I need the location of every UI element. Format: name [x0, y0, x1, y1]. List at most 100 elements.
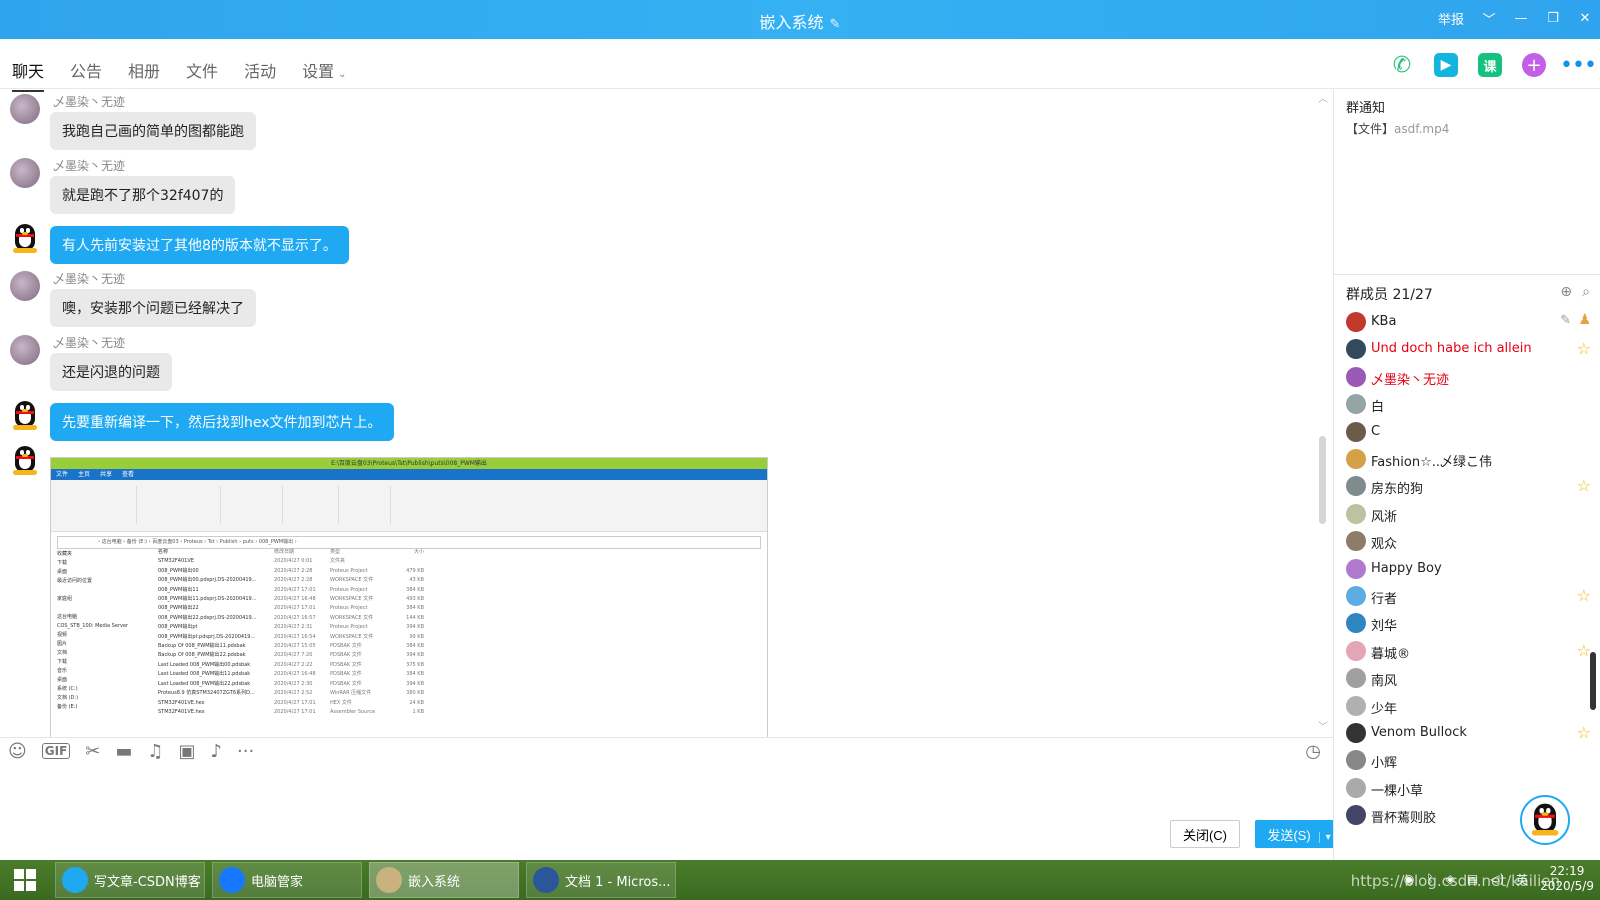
video-call-icon[interactable]: ▶ [1434, 53, 1458, 77]
phone-icon[interactable]: ✆ [1390, 53, 1414, 78]
member-row[interactable]: Happy Boy [1346, 557, 1591, 581]
group-notice[interactable]: 群通知 【文件】asdf.mp4 [1334, 90, 1600, 275]
add-app-icon[interactable]: + [1522, 53, 1546, 77]
notice-file-link[interactable]: asdf.mp4 [1394, 122, 1449, 136]
sender-name[interactable]: 乄墨染丶无迹 [53, 270, 125, 287]
tab-4[interactable]: 活动 [244, 58, 276, 92]
taskbar-item[interactable]: 写文章-CSDN博客 [55, 862, 205, 898]
member-row[interactable]: 房东的狗 ☆ [1346, 474, 1591, 498]
tab-list: 聊天 公告 相册 文件 活动 设置 ⌄ [12, 58, 346, 92]
message-bubble[interactable]: 有人先前安装过了其他8的版本就不显示了。 [50, 226, 349, 264]
message-bubble[interactable]: 还是闪退的问题 [50, 353, 172, 391]
member-row[interactable]: Fashion☆..乄绿こ伟 [1346, 447, 1591, 471]
member-row[interactable]: 行者 ☆ [1346, 584, 1591, 608]
chat-scrollbar[interactable] [1319, 436, 1326, 524]
security-tray-icon[interactable]: ◈ [1446, 872, 1455, 886]
tab-5[interactable]: 设置 ⌄ [302, 58, 346, 92]
edit-icon[interactable]: ✎ [1560, 313, 1571, 328]
file-row: STM32F401VE.hex 2020/4/27 17:01 Assembler … [158, 708, 478, 717]
user-avatar[interactable] [10, 335, 40, 365]
qq-avatar[interactable] [10, 222, 40, 253]
network-icon[interactable]: ▤ [1467, 872, 1478, 886]
member-row[interactable]: 暮城® ☆ [1346, 639, 1591, 663]
tab-2[interactable]: 相册 [128, 58, 160, 92]
history-clock-icon[interactable]: ◷ [1305, 741, 1321, 762]
member-row[interactable]: 南风 [1346, 666, 1591, 690]
member-row[interactable]: Und doch habe ich allein ☆ [1346, 337, 1591, 361]
user-avatar[interactable] [10, 158, 40, 188]
message-input[interactable] [0, 765, 1333, 860]
taskbar-item[interactable]: 文档 1 - Micros... [526, 862, 676, 898]
member-row[interactable]: C [1346, 420, 1591, 444]
message-bubble[interactable]: 我跑自己画的简单的图都能跑 [50, 112, 256, 150]
member-row[interactable]: Venom Bullock ☆ [1346, 721, 1591, 745]
close-window-button[interactable]: ✕ [1578, 11, 1592, 26]
ime-indicator[interactable]: 英 [1516, 871, 1528, 888]
member-row[interactable]: 风淅 [1346, 502, 1591, 526]
emoji-icon[interactable]: ☺ [8, 741, 27, 762]
search-icon[interactable]: ⌕ [1582, 284, 1590, 300]
folder-icon[interactable]: ▬ [115, 741, 132, 762]
image-message[interactable]: E:\百度云盘03\Proteus\Tst\Publish\puts\008_P… [50, 457, 768, 747]
invite-member-icon[interactable]: ⊕ [1560, 284, 1572, 300]
member-row[interactable]: KBa ✎ ♟ [1346, 310, 1591, 334]
tab-0[interactable]: 聊天 [12, 58, 45, 92]
member-row[interactable]: 观众 [1346, 529, 1591, 553]
user-avatar[interactable] [10, 271, 40, 301]
sender-name[interactable]: 乄墨染丶无迹 [53, 334, 125, 351]
star-icon: ☆ [1576, 723, 1591, 742]
music-icon[interactable]: ♫ [147, 741, 163, 762]
minimize-button[interactable]: — [1514, 11, 1528, 26]
volume-icon[interactable]: ◁) [1490, 872, 1504, 886]
member-row[interactable]: 少年 [1346, 694, 1591, 718]
nav-item: 桌面 [57, 677, 68, 683]
member-row[interactable]: 刘华 [1346, 611, 1591, 635]
member-row[interactable]: 白 [1346, 392, 1591, 416]
message-bubble[interactable]: 就是跑不了那个32f407的 [50, 176, 236, 214]
taskbar-item[interactable]: 嵌入系统 [369, 862, 519, 898]
qq-avatar[interactable] [10, 399, 40, 430]
member-row[interactable]: 小辉 [1346, 748, 1591, 772]
qq-tray-icon[interactable]: ◉ [1404, 872, 1414, 886]
sender-name[interactable]: 乄墨染丶无迹 [53, 157, 125, 174]
bell-icon[interactable]: ♪ [211, 741, 223, 762]
taskbar-item[interactable]: 电脑管家 [212, 862, 362, 898]
course-icon[interactable]: 课 [1478, 53, 1502, 77]
qq-avatar[interactable] [10, 444, 40, 475]
report-link[interactable]: 举报 [1438, 9, 1464, 28]
more-icon[interactable]: ••• [1560, 53, 1597, 78]
sender-name[interactable]: 乄墨染丶无迹 [53, 93, 125, 110]
scissors-icon[interactable]: ✂ [85, 741, 100, 762]
clock[interactable]: 22:19 2020/5/9 [1540, 864, 1594, 894]
restore-button[interactable]: ❐ [1546, 11, 1560, 26]
message-bubble[interactable]: 噢，安装那个问题已经解决了 [50, 289, 256, 327]
tab-1[interactable]: 公告 [70, 58, 102, 92]
bluetooth-icon[interactable]: ᛒ [1426, 872, 1433, 886]
tab-3[interactable]: 文件 [186, 58, 218, 92]
start-button[interactable] [0, 860, 50, 900]
send-options-chevron-icon[interactable]: ▾ [1318, 831, 1331, 843]
file-cell: PDSBAK 文件 [330, 661, 362, 668]
file-cell: 380 KB [406, 690, 424, 697]
scroll-down-icon[interactable]: ﹀ [1318, 718, 1328, 733]
close-button[interactable]: 关闭(C) [1170, 820, 1240, 848]
user-avatar[interactable] [10, 94, 40, 124]
taskbar: 写文章-CSDN博客 电脑管家 嵌入系统 文档 1 - Micros... https… [0, 860, 1600, 900]
panel-scrollbar[interactable] [1590, 652, 1596, 710]
member-name: Und doch habe ich allein [1371, 341, 1532, 357]
chat-toolbar: ✆ ▶ 课 + ••• [1390, 53, 1597, 78]
qq-floating-avatar[interactable] [1520, 795, 1570, 845]
file-cell: 2020/4/27 2:52 [274, 690, 313, 697]
image-icon[interactable]: ▣ [179, 741, 196, 762]
tab-bar: 聊天 公告 相册 文件 活动 设置 ⌄ ✆ ▶ 课 + ••• [0, 39, 1600, 92]
more-dots-icon[interactable]: ··· [237, 741, 254, 762]
gif-icon[interactable]: GIF [41, 743, 71, 759]
message-bubble[interactable]: 先要重新编译一下，然后找到hex文件加到芯片上。 [50, 403, 394, 441]
pencil-icon[interactable]: ✎ [830, 17, 841, 32]
member-row[interactable]: 乄墨染丶无迹 [1346, 365, 1591, 389]
scroll-up-icon[interactable]: ︿ [1318, 90, 1328, 105]
chevron-down-icon[interactable]: ﹀ [1482, 9, 1496, 28]
explorer-file-list: 名称 修改日期 类型 大小 STM32F401VE 2020/4/27 0:01 文件夹 00… [158, 548, 478, 717]
member-avatar [1346, 695, 1366, 716]
send-button[interactable]: 发送(S) ▾ [1255, 820, 1343, 848]
